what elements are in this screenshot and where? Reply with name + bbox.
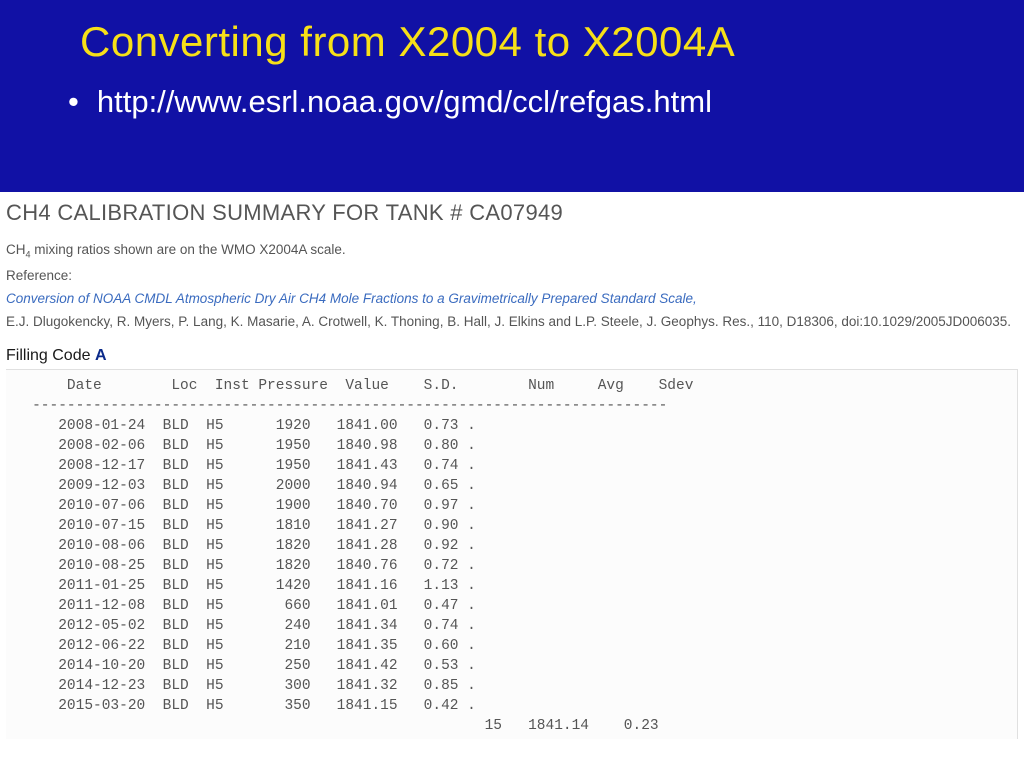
molecule-prefix: CH: [6, 242, 26, 257]
reference-label: Reference:: [6, 268, 1018, 283]
mixing-text: mixing ratios shown are on the WMO X2004…: [31, 242, 346, 257]
reference-authors: E.J. Dlugokencky, R. Myers, P. Lang, K. …: [6, 314, 1018, 329]
bullet-dot-icon: •: [68, 84, 79, 120]
filling-code-line: Filling Code A: [6, 347, 1018, 365]
filling-code-value: A: [95, 347, 107, 364]
slide-header: Converting from X2004 to X2004A • http:/…: [0, 0, 1024, 192]
slide: Converting from X2004 to X2004A • http:/…: [0, 0, 1024, 768]
slide-title: Converting from X2004 to X2004A: [0, 0, 1024, 66]
bullet-url[interactable]: http://www.esrl.noaa.gov/gmd/ccl/refgas.…: [97, 84, 712, 120]
summary-title: CH4 CALIBRATION SUMMARY FOR TANK # CA079…: [6, 200, 1018, 226]
mixing-ratio-note: CH4 mixing ratios shown are on the WMO X…: [6, 242, 1018, 260]
filling-label: Filling Code: [6, 347, 95, 364]
calibration-table: Date Loc Inst Pressure Value S.D. Num Av…: [6, 369, 1018, 739]
reference-link[interactable]: Conversion of NOAA CMDL Atmospheric Dry …: [6, 291, 1018, 306]
document-content: CH4 CALIBRATION SUMMARY FOR TANK # CA079…: [0, 192, 1024, 739]
bullet-item: • http://www.esrl.noaa.gov/gmd/ccl/refga…: [0, 66, 1024, 120]
